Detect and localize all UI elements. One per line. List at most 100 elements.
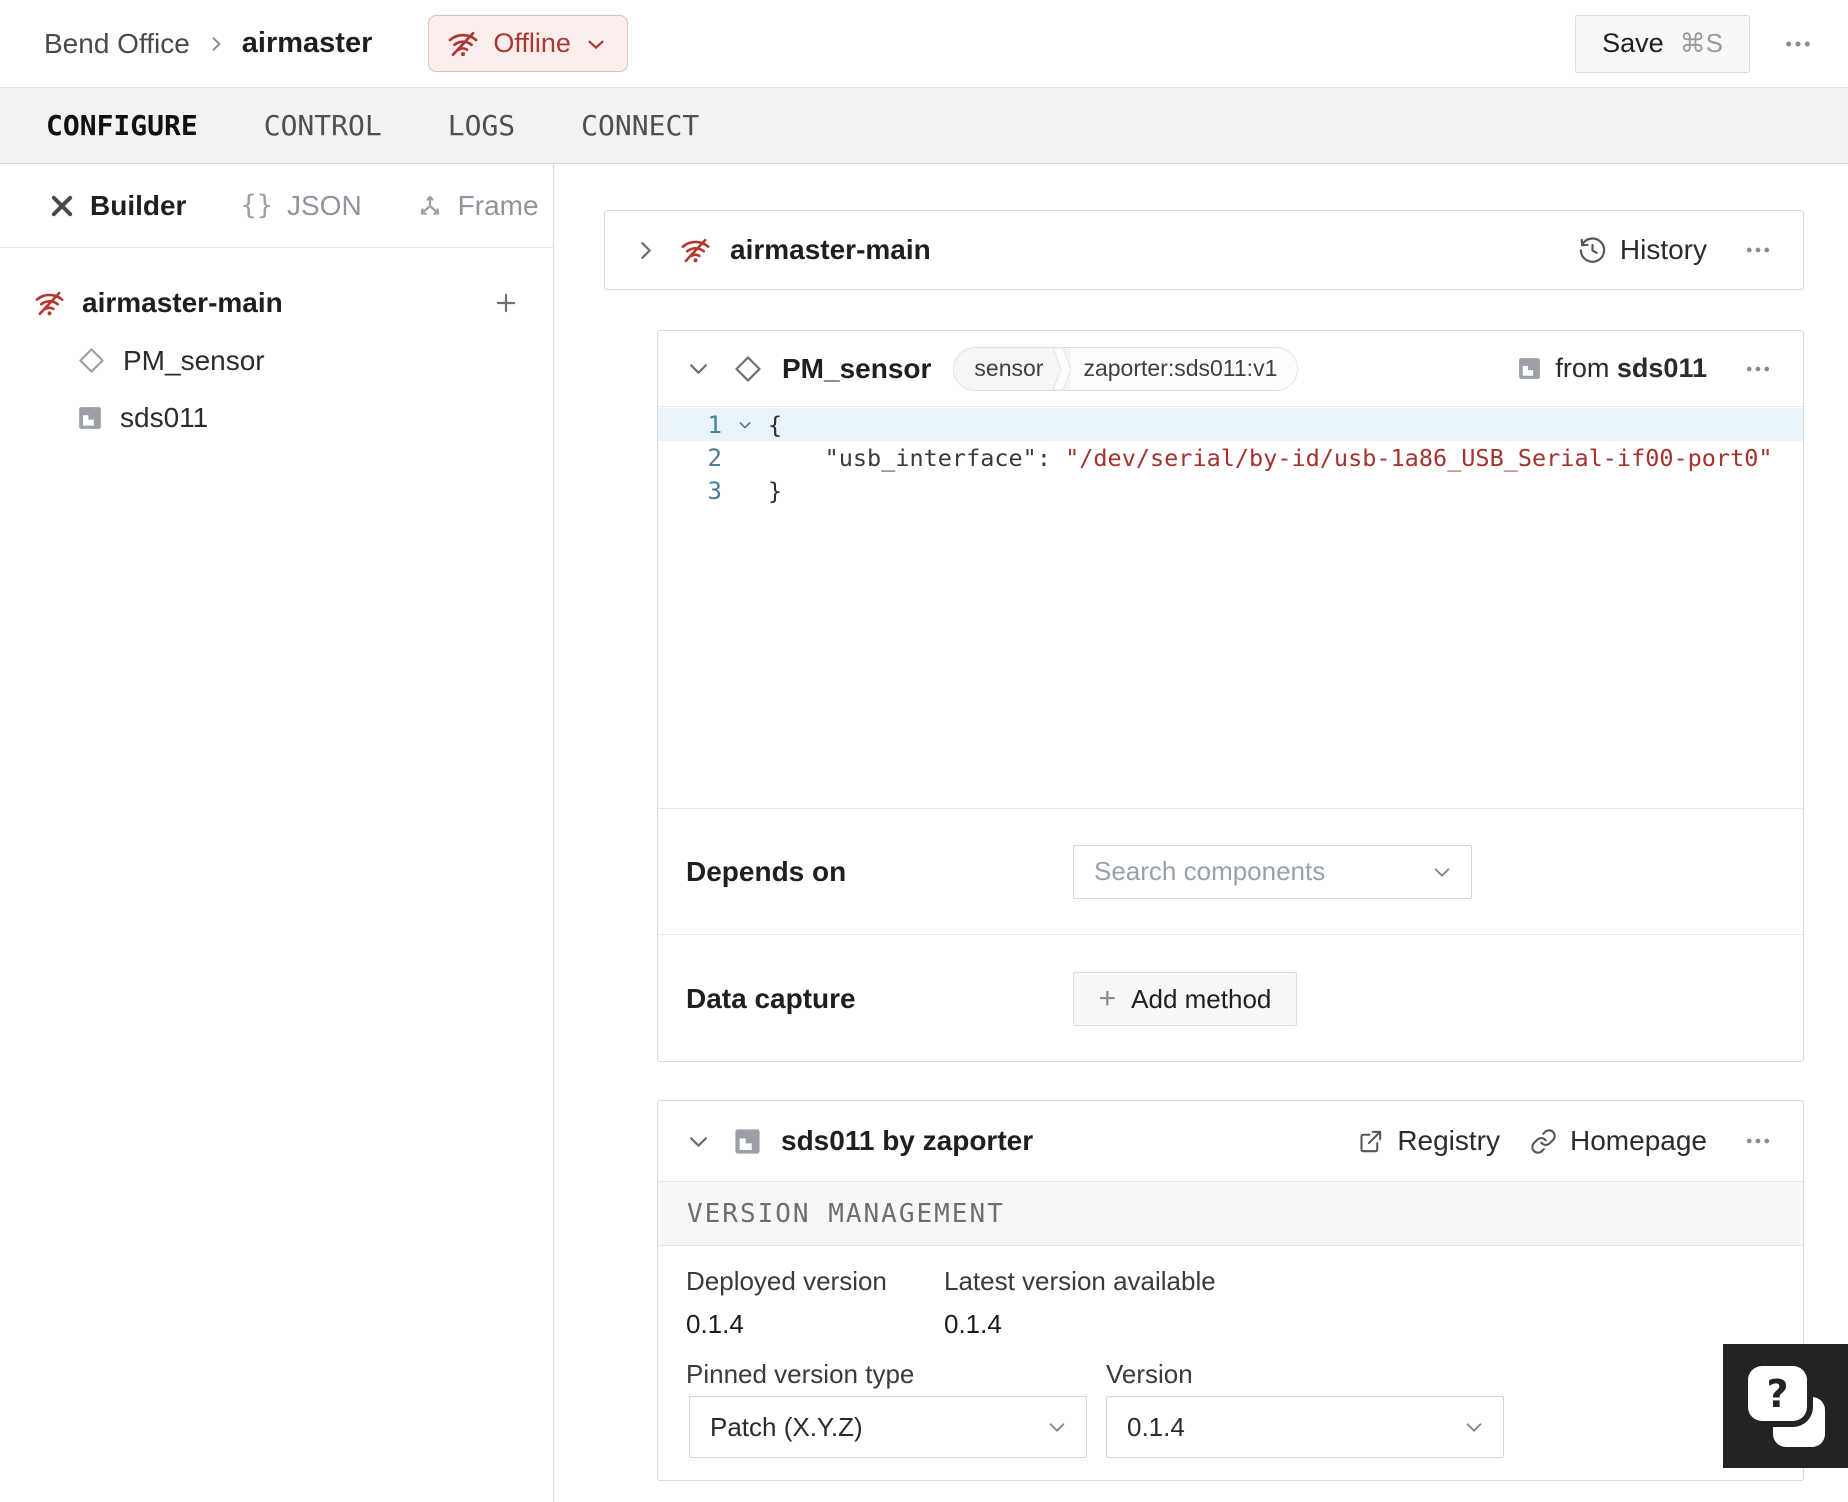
line-number: 1: [707, 410, 722, 439]
tree-machine-label: airmaster-main: [82, 287, 283, 318]
sds011-module-card: sds011 by zaporter Registry Homepage VER…: [657, 1100, 1804, 1481]
code-line[interactable]: 1 {: [658, 408, 1803, 441]
history-icon: [1579, 236, 1606, 263]
mode-builder-label: Builder: [90, 189, 187, 221]
depends-on-row: Depends on Search components: [658, 808, 1803, 934]
history-label: History: [1619, 234, 1707, 265]
version-label: Version: [1106, 1359, 1193, 1389]
chevron-down-icon: [1049, 1423, 1065, 1432]
latest-version-label: Latest version available: [944, 1266, 1216, 1296]
save-shortcut: ⌘S: [1679, 28, 1723, 58]
from-module-link[interactable]: from sds011: [1517, 353, 1707, 384]
version-value: 0.1.4: [1127, 1411, 1185, 1442]
machine-config-page: Bend Office airmaster Offline Save ⌘S CO…: [0, 0, 1848, 1502]
depends-on-select[interactable]: Search components: [1073, 844, 1472, 899]
top-bar: Bend Office airmaster Offline Save ⌘S: [0, 0, 1848, 88]
deployed-version-label: Deployed version: [686, 1266, 887, 1296]
ellipsis-icon: [1746, 247, 1770, 253]
link-icon: [1531, 1128, 1556, 1154]
data-capture-row: Data capture + Add method: [658, 934, 1803, 1063]
plus-icon: +: [1098, 982, 1117, 1015]
wifi-off-icon: [35, 291, 64, 315]
tab-configure[interactable]: CONFIGURE: [46, 109, 198, 142]
code-line[interactable]: 2 "usb_interface": "/dev/serial/by-id/us…: [658, 441, 1803, 474]
machine-status-badge[interactable]: Offline: [428, 15, 628, 72]
module-icon: [735, 1128, 760, 1154]
mode-json-label: JSON: [286, 189, 362, 221]
module-card-header: sds011 by zaporter Registry Homepage: [658, 1101, 1803, 1181]
save-label: Save: [1602, 28, 1664, 58]
code-text: "usb_interface": "/dev/serial/by-id/usb-…: [768, 443, 1773, 472]
tree-item-sds011[interactable]: sds011: [0, 389, 553, 446]
pm-sensor-card: PM_sensor sensor zaporter:sds011:v1 from…: [657, 330, 1804, 1062]
breadcrumb: Bend Office airmaster Offline: [44, 15, 628, 72]
config-main-panel: airmaster-main History PM_sensor sensor …: [554, 164, 1848, 1502]
machine-part-title: airmaster-main: [730, 234, 931, 265]
tree-item-label: sds011: [120, 401, 209, 433]
chevron-down-icon[interactable]: [686, 356, 711, 381]
machine-card-menu-button[interactable]: [1737, 229, 1779, 271]
from-module-label: from sds011: [1555, 353, 1707, 383]
config-sidebar: Builder {} JSON Frame airmaster-main PM_…: [0, 164, 554, 1502]
machine-name-title: airmaster: [241, 27, 373, 59]
history-button[interactable]: History: [1578, 234, 1707, 266]
pinned-version-type-select[interactable]: Patch (X.Y.Z): [689, 1396, 1087, 1458]
main-tab-bar: CONFIGURE CONTROL LOGS CONNECT: [0, 88, 1848, 164]
builder-tools-icon: [51, 195, 73, 216]
latest-version-value: 0.1.4: [944, 1309, 1002, 1339]
ellipsis-icon: [1746, 366, 1770, 371]
config-mode-switcher: Builder {} JSON Frame: [0, 164, 553, 248]
breadcrumb-separator-icon: [212, 36, 221, 51]
mode-frame[interactable]: Frame: [416, 190, 539, 222]
external-link-icon: [1360, 1130, 1382, 1152]
breadcrumb-location[interactable]: Bend Office: [44, 28, 190, 60]
registry-label: Registry: [1397, 1125, 1501, 1156]
pinned-version-type-value: Patch (X.Y.Z): [710, 1411, 863, 1442]
frame-axes-icon: [420, 195, 439, 215]
code-text: {: [768, 410, 783, 439]
chevron-down-icon[interactable]: [686, 1129, 711, 1154]
ellipsis-icon: [1746, 1138, 1770, 1144]
mode-builder[interactable]: Builder: [48, 190, 186, 222]
component-model-label: zaporter:sds011:v1: [1071, 347, 1298, 390]
page-overflow-menu-button[interactable]: [1776, 22, 1820, 66]
chevron-down-icon: [1434, 867, 1450, 877]
tree-item-machine[interactable]: airmaster-main: [0, 274, 553, 332]
module-icon: [1519, 358, 1541, 379]
module-icon: [79, 406, 101, 429]
chevron-down-icon: [588, 40, 604, 49]
component-type-label: sensor: [954, 347, 1054, 390]
chevron-right-icon[interactable]: [633, 238, 658, 263]
tab-logs[interactable]: LOGS: [448, 109, 515, 142]
component-card-menu-button[interactable]: [1737, 348, 1779, 390]
tree-item-pm-sensor[interactable]: PM_sensor: [0, 332, 553, 389]
add-method-label: Add method: [1131, 983, 1272, 1014]
component-type-badge: sensor zaporter:sds011:v1: [953, 346, 1299, 391]
code-line[interactable]: 3 }: [658, 474, 1803, 507]
tab-control[interactable]: CONTROL: [264, 109, 382, 142]
add-method-button[interactable]: + Add method: [1073, 972, 1297, 1026]
top-bar-actions: Save ⌘S: [1575, 14, 1820, 73]
code-text: }: [768, 476, 783, 505]
save-button[interactable]: Save ⌘S: [1575, 14, 1750, 73]
wifi-off-icon: [681, 238, 710, 262]
module-title: sds011 by zaporter: [781, 1125, 1034, 1156]
add-component-icon[interactable]: [493, 290, 519, 316]
chevron-down-icon: [1466, 1423, 1482, 1432]
module-card-menu-button[interactable]: [1737, 1120, 1779, 1162]
tab-connect[interactable]: CONNECT: [581, 109, 699, 142]
json-braces-icon: {}: [240, 190, 273, 221]
machine-part-card: airmaster-main History: [604, 210, 1804, 290]
mode-json[interactable]: {} JSON: [240, 190, 361, 222]
depends-on-label: Depends on: [686, 855, 847, 887]
attributes-code-editor[interactable]: 1 { 2 "usb_interface": "/dev/serial/by-i…: [658, 408, 1803, 808]
pinned-version-type-label: Pinned version type: [686, 1359, 915, 1389]
component-title: PM_sensor: [782, 352, 932, 384]
sensor-diamond-icon: [79, 348, 104, 373]
version-select[interactable]: 0.1.4: [1106, 1396, 1504, 1458]
help-button[interactable]: ?: [1723, 1344, 1848, 1468]
registry-link[interactable]: Registry: [1357, 1125, 1500, 1157]
homepage-link[interactable]: Homepage: [1530, 1125, 1707, 1157]
fold-chevron-icon[interactable]: [722, 417, 768, 433]
badge-divider-icon: [1053, 347, 1072, 390]
